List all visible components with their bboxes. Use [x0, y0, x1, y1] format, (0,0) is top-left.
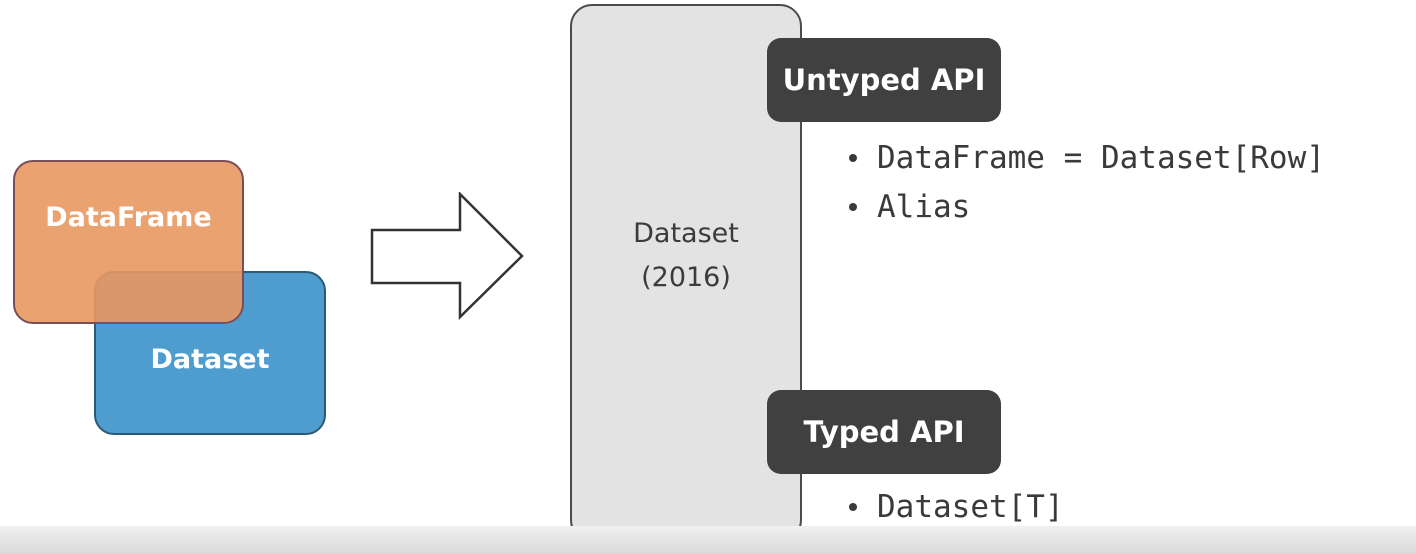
list-item: Dataset[T]	[847, 483, 1064, 532]
untyped-api-pill: Untyped API	[767, 38, 1001, 122]
dataframe-box: DataFrame	[13, 160, 244, 324]
list-item: DataFrame = Dataset[Row]	[847, 134, 1325, 183]
bullet-dot-icon	[849, 202, 857, 211]
bullet-dot-icon	[849, 153, 857, 162]
list-item: Alias	[847, 183, 1325, 232]
typed-api-item: Dataset[T]	[877, 489, 1064, 525]
bottom-bar	[0, 526, 1416, 554]
untyped-api-item: Alias	[877, 189, 971, 225]
right-arrow-icon	[370, 192, 524, 320]
typed-api-list: Dataset[T]	[847, 483, 1064, 532]
bullet-dot-icon	[849, 502, 857, 511]
typed-api-pill: Typed API	[767, 390, 1001, 474]
dataframe-box-label: DataFrame	[45, 202, 212, 233]
untyped-api-item: DataFrame = Dataset[Row]	[877, 140, 1325, 176]
dataset-panel-label: Dataset (2016)	[570, 212, 802, 300]
untyped-api-label: Untyped API	[782, 63, 986, 97]
dataset-panel-year: (2016)	[641, 262, 731, 293]
dataset-panel-title: Dataset	[633, 218, 739, 249]
untyped-api-list: DataFrame = Dataset[Row] Alias	[847, 134, 1325, 232]
typed-api-label: Typed API	[803, 415, 965, 449]
dataset-box-label: Dataset	[150, 343, 270, 375]
